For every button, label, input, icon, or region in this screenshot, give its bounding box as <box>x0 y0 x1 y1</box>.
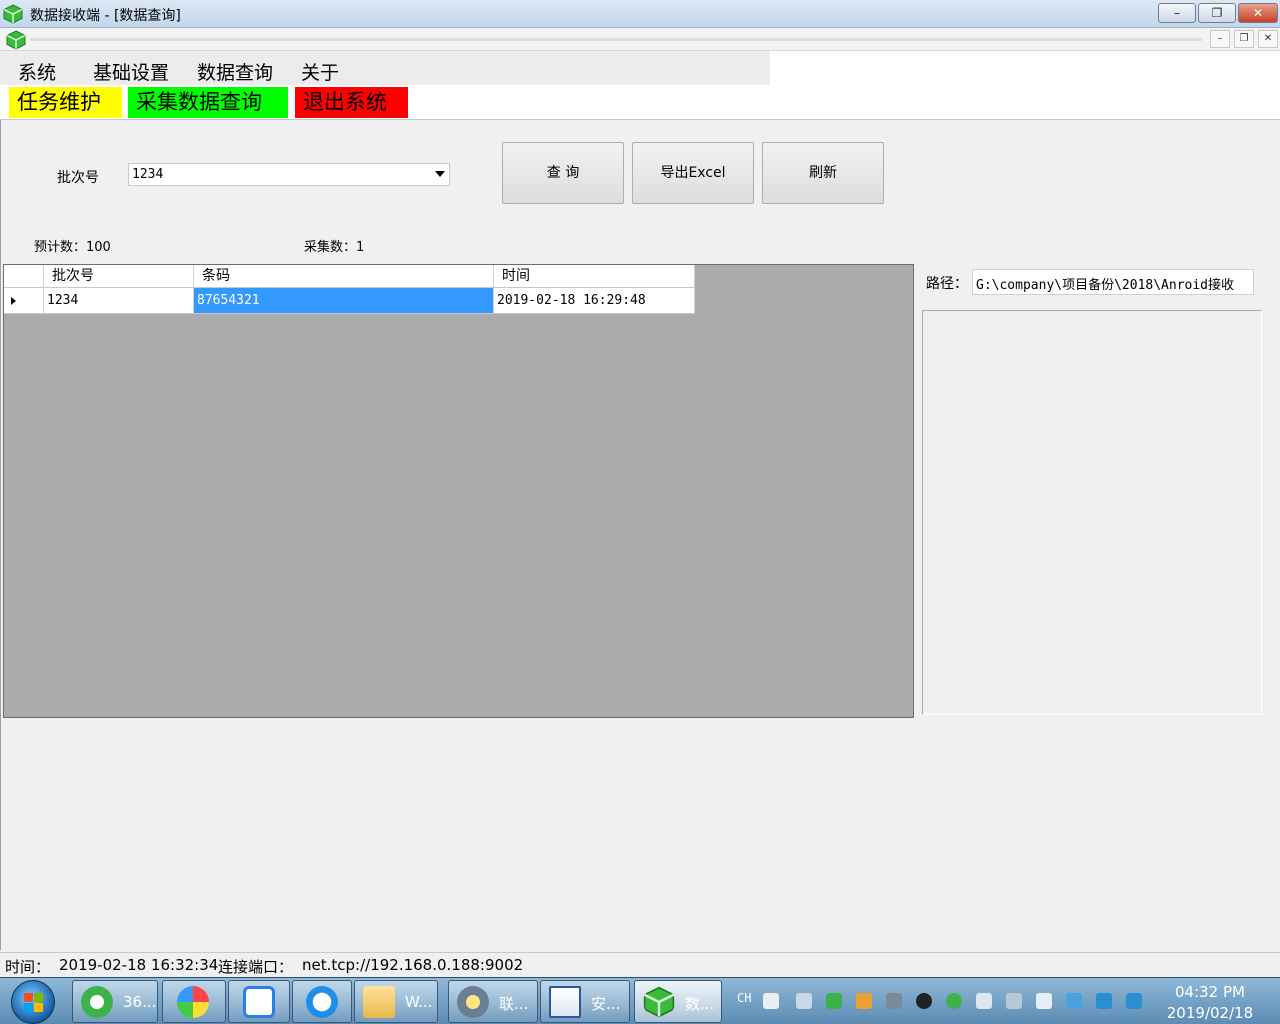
content-border <box>0 120 1 950</box>
taskbar-app-baidu-cloud[interactable] <box>228 980 290 1023</box>
minimize-button[interactable]: – <box>1158 3 1196 23</box>
grid-column-header[interactable]: 时间 <box>494 265 695 288</box>
word-doc-icon <box>549 986 581 1018</box>
log-area[interactable] <box>922 310 1262 715</box>
clock-time[interactable]: 04:32 PM <box>1170 983 1250 1001</box>
task-label: 数... <box>685 995 715 1013</box>
windows-logo-icon <box>24 1003 33 1012</box>
app-cube-icon <box>3 4 23 24</box>
mdi-control-bar: – ❐ ✕ <box>0 28 1280 51</box>
current-row-arrow-icon <box>11 297 16 305</box>
taskbar-app-pinwheel[interactable] <box>162 980 226 1023</box>
usb-device-icon[interactable] <box>796 993 812 1009</box>
mdi-restore-button[interactable]: ❐ <box>1234 30 1254 48</box>
menu-system[interactable]: 系统 <box>18 58 56 85</box>
menu-basic-settings[interactable]: 基础设置 <box>93 58 169 85</box>
mdi-close-button[interactable]: ✕ <box>1258 30 1278 48</box>
tray-monitor-icon[interactable] <box>1066 993 1082 1009</box>
status-time-value: 2019-02-18 16:32:34 <box>59 956 219 974</box>
taskbar: 36... W... 联... 安... 数... CH 04:32 PM 20… <box>0 977 1280 1024</box>
taskbar-app-word[interactable]: 安... <box>540 980 630 1023</box>
refresh-button[interactable]: 刷新 <box>762 142 884 204</box>
batch-select-value: 1234 <box>132 167 164 182</box>
menu-bar-blank <box>770 51 1280 85</box>
data-receiver-icon <box>643 986 675 1018</box>
title-bar: 数据接收端 - [数据查询] – ❐ ✕ <box>0 0 1280 28</box>
maximize-button[interactable]: ❐ <box>1198 3 1236 23</box>
grid-column-header[interactable]: 批次号 <box>44 265 194 288</box>
export-excel-button[interactable]: 导出Excel <box>632 142 754 204</box>
query-button[interactable]: 查 询 <box>502 142 624 204</box>
cell-batch[interactable]: 1234 <box>44 288 194 314</box>
collected-count: 采集数：1 <box>304 240 365 255</box>
start-button[interactable] <box>11 980 55 1024</box>
keyboard-icon[interactable] <box>763 993 779 1009</box>
star-app-icon <box>457 986 489 1018</box>
taskbar-app-data-receiver[interactable]: 数... <box>634 980 722 1023</box>
windows-logo-icon <box>34 993 43 1002</box>
toolbar: 任务维护 采集数据查询 退出系统 <box>0 85 1280 120</box>
tray-sync-icon[interactable] <box>1096 993 1112 1009</box>
network-icon[interactable] <box>1036 993 1052 1009</box>
path-label: 路径： <box>926 276 968 292</box>
table-row[interactable]: 1234 87654321 2019-02-18 16:29:48 <box>4 288 695 314</box>
qq-browser-icon <box>306 986 338 1018</box>
data-grid[interactable]: 批次号 条码 时间 1234 87654321 2019-02-18 16:29… <box>3 264 914 718</box>
qq-icon[interactable] <box>916 993 932 1009</box>
input-language[interactable]: CH <box>737 991 751 1005</box>
add-green-icon[interactable] <box>946 993 962 1009</box>
mdi-minimize-button[interactable]: – <box>1210 30 1230 48</box>
cell-barcode-selected[interactable]: 87654321 <box>194 288 494 314</box>
tray-app-icon[interactable] <box>856 993 872 1009</box>
menu-data-query[interactable]: 数据查询 <box>197 58 273 85</box>
baidu-cloud-icon <box>243 986 275 1018</box>
mdi-child-cube-icon[interactable] <box>6 30 26 50</box>
path-field[interactable]: G:\company\项目备份\2018\Anroid接收 <box>972 269 1254 295</box>
batch-label: 批次号 <box>57 170 99 186</box>
network-tool-icon[interactable] <box>886 993 902 1009</box>
display-icon[interactable] <box>1006 993 1022 1009</box>
menu-bar: 系统 基础设置 数据查询 关于 <box>0 51 770 85</box>
ie-360-icon <box>81 986 113 1018</box>
mdi-divider <box>30 38 1202 41</box>
path-value: G:\company\项目备份\2018\Anroid接收 <box>976 278 1235 293</box>
status-bar: 时间： 2019-02-18 16:32:34 连接端口： net.tcp://… <box>0 952 1280 977</box>
windows-logo-icon <box>24 993 33 1002</box>
status-port-label: 连接端口： <box>218 958 294 976</box>
cell-time[interactable]: 2019-02-18 16:29:48 <box>494 288 695 314</box>
exit-system-button[interactable]: 退出系统 <box>295 87 408 118</box>
window-title: 数据接收端 - [数据查询] <box>30 8 181 24</box>
grid-column-header[interactable]: 条码 <box>194 265 494 288</box>
folder-icon <box>363 986 395 1018</box>
collected-data-query-button[interactable]: 采集数据查询 <box>128 87 288 118</box>
expected-count: 预计数：100 <box>34 240 111 255</box>
status-port-value: net.tcp://192.168.0.188:9002 <box>302 956 524 974</box>
pinwheel-icon <box>177 986 209 1018</box>
grid-corner-cell[interactable] <box>4 265 44 288</box>
taskbar-app-star[interactable]: 联... <box>448 980 538 1023</box>
menu-about[interactable]: 关于 <box>301 58 339 85</box>
security-shield-icon[interactable] <box>826 993 842 1009</box>
taskbar-app-folder[interactable]: W... <box>354 980 438 1023</box>
task-label: 安... <box>591 995 621 1013</box>
batch-select[interactable]: 1234 <box>128 163 450 186</box>
volume-icon[interactable] <box>976 993 992 1009</box>
task-label: 36... <box>123 993 157 1011</box>
close-button[interactable]: ✕ <box>1238 3 1278 23</box>
dropdown-arrow-icon[interactable] <box>435 171 445 177</box>
grid-header: 批次号 条码 时间 <box>4 265 695 288</box>
task-label: W... <box>405 993 433 1011</box>
status-time-label: 时间： <box>5 958 51 976</box>
taskbar-app-browser[interactable] <box>292 980 352 1023</box>
task-maintenance-button[interactable]: 任务维护 <box>9 87 122 118</box>
clock-date[interactable]: 2019/02/18 <box>1165 1004 1255 1022</box>
taskbar-app-360[interactable]: 36... <box>72 980 158 1023</box>
row-header[interactable] <box>4 288 44 314</box>
windows-logo-icon <box>34 1003 43 1012</box>
task-label: 联... <box>499 995 529 1013</box>
tray-sync-icon-2[interactable] <box>1126 993 1142 1009</box>
